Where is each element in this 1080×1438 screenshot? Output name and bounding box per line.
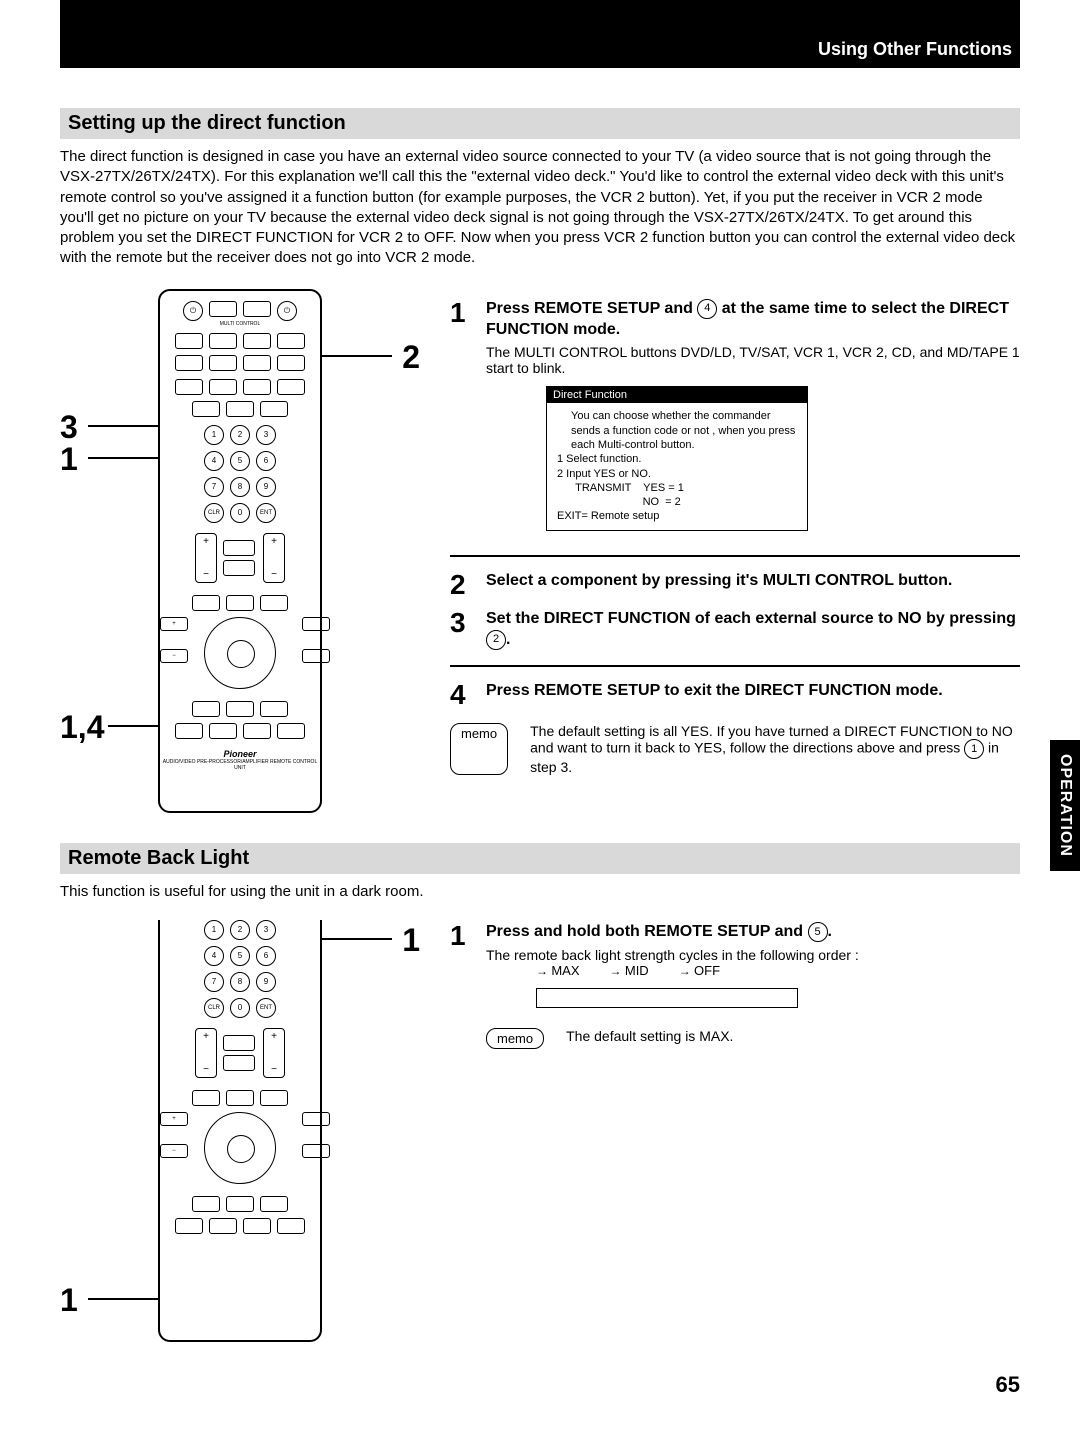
step3-title: Set the DIRECT FUNCTION of each external… — [486, 609, 1020, 651]
side-tab: OPERATION — [1050, 740, 1080, 871]
circle-1-icon: 1 — [964, 739, 984, 759]
step-number: 2 — [450, 571, 478, 599]
header-bar: Using Other Functions — [60, 0, 1020, 68]
step-number: 1 — [450, 299, 478, 327]
power-receiver-icon: ⏻ — [277, 301, 297, 321]
memo-text: The default setting is MAX. — [566, 1028, 733, 1049]
circle-4-icon: 4 — [697, 299, 717, 319]
breadcrumb: Using Other Functions — [818, 39, 1012, 60]
multi-btn — [209, 301, 237, 317]
brand-label: Pioneer — [160, 749, 320, 759]
section1-title: Setting up the direct function — [60, 108, 1020, 139]
callout-1c: 1 — [60, 1282, 78, 1319]
callout-1b: 1 — [402, 922, 420, 959]
remote-control-icon: 123 456 789 CLR0ENT +− +− +− — [158, 920, 322, 1342]
volume-rocker-icon: +− — [263, 533, 285, 583]
section1-intro: The direct function is designed in case … — [60, 147, 1020, 269]
circle-5-icon: 5 — [808, 922, 828, 942]
step1-title: Press REMOTE SETUP and 4 at the same tim… — [486, 299, 1020, 341]
section2-title: Remote Back Light — [60, 843, 1020, 874]
remote-diagram-2: 1 1 123 456 789 CLR0ENT +− +− +− — [60, 912, 420, 1342]
section2-intro: This function is useful for using the un… — [60, 882, 1020, 902]
dpad-icon — [204, 617, 276, 689]
step-number: 3 — [450, 609, 478, 637]
volume-rocker-icon: +− — [195, 533, 217, 583]
direct-function-screen: Direct Function You can choose whether t… — [546, 386, 808, 530]
model-label: AUDIO/VIDEO PRE-PROCESSOR/AMPLIFIER REMO… — [160, 759, 320, 771]
circle-2-icon: 2 — [486, 630, 506, 650]
multi-btn — [243, 301, 271, 317]
cycle-labels: MAX MID OFF — [536, 963, 1020, 978]
s2-step1-desc: The remote back light strength cycles in… — [486, 947, 1020, 963]
step4-title: Press REMOTE SETUP to exit the DIRECT FU… — [486, 681, 1020, 702]
cycle-loop-icon — [536, 988, 798, 1008]
s2-step1-title: Press and hold both REMOTE SETUP and 5. — [486, 922, 1020, 943]
memo-badge: memo — [486, 1028, 544, 1049]
step-number: 4 — [450, 681, 478, 709]
remote-diagram-1: 2 3 1 1,4 ⏻ ⏻ MULTI CONTROL 123 — [60, 289, 420, 813]
memo-badge: memo — [450, 723, 508, 775]
page-number: 65 — [60, 1372, 1020, 1398]
memo-text: The default setting is all YES. If you h… — [530, 723, 1020, 775]
power-source-icon: ⏻ — [183, 301, 203, 321]
callout-14: 1,4 — [60, 709, 104, 746]
step1-desc: The MULTI CONTROL buttons DVD/LD, TV/SAT… — [486, 344, 1020, 376]
callout-1a: 1 — [60, 441, 78, 478]
callout-2: 2 — [402, 339, 420, 376]
step2-title: Select a component by pressing it's MULT… — [486, 571, 1020, 592]
remote-control-icon: ⏻ ⏻ MULTI CONTROL 123 456 789 CLR0ENT +− — [158, 289, 322, 813]
step-number: 1 — [450, 922, 478, 950]
